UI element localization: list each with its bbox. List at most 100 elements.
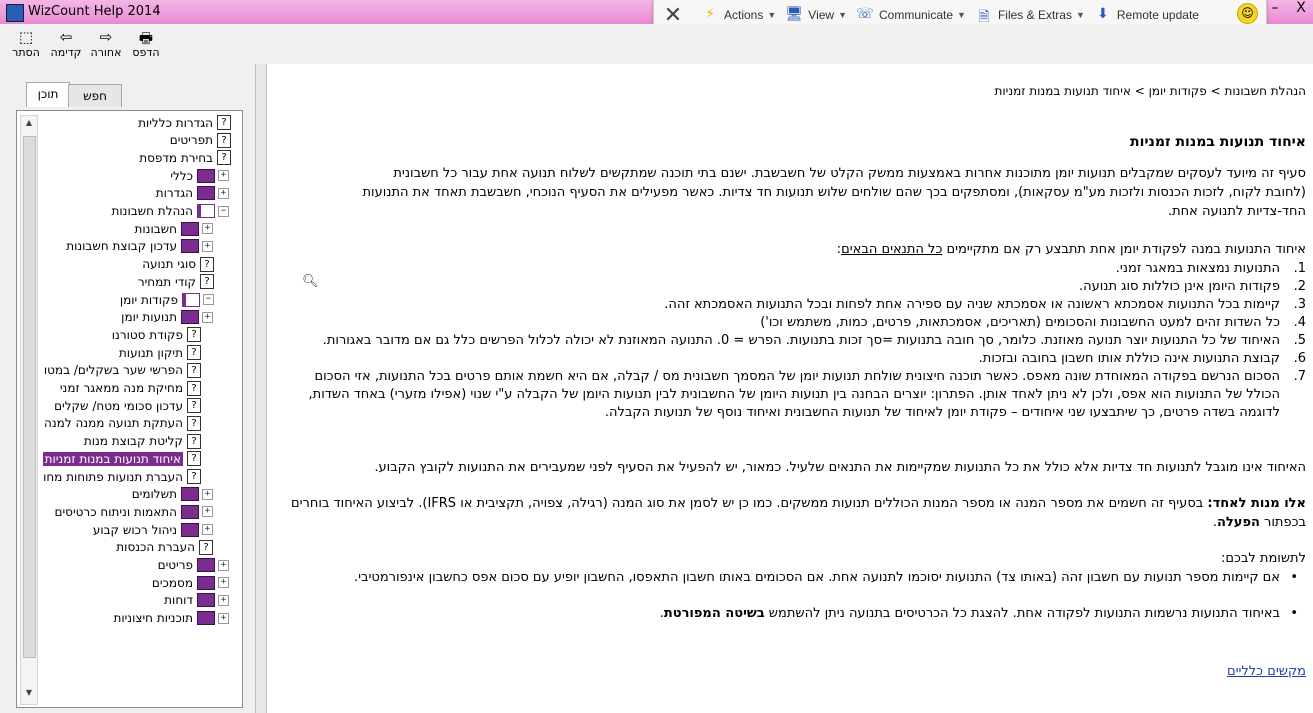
tree-item-label: התאמות וניתוח כרטיסים (54, 504, 177, 519)
expand-icon[interactable]: + (218, 187, 229, 199)
tree-item-label: תנועות יומן (121, 310, 177, 325)
collapse-icon[interactable]: − (203, 294, 214, 305)
actions-menu[interactable]: ⚡ Actions ▼ (700, 6, 776, 24)
tree-item[interactable]: איחוד תנועות במנות זמניות? (42, 450, 201, 467)
tree-scrollbar[interactable]: ▲ ▼ (20, 115, 38, 705)
tree-item[interactable]: הפרשי שער בשקלים/ במטו? (44, 362, 201, 379)
tree-item[interactable]: התאמות וניתוח כרטיסים + (55, 503, 213, 520)
scroll-thumb[interactable] (23, 136, 36, 658)
tree-item[interactable]: קליטת קבוצת מנות? (84, 433, 201, 450)
tree-item[interactable]: פקודת סטורנו? (112, 326, 201, 343)
help-topic-icon: ? (187, 415, 201, 431)
tree-item-label: פריטים (157, 558, 193, 572)
expand-icon[interactable]: + (202, 311, 213, 323)
list-item-text: הסכום הנרשם בפקודה המאוחדת שונה מאפס. כא… (308, 369, 1280, 420)
tree-item[interactable]: הגדרות כלליות? (138, 114, 231, 131)
topic-content: הנהלת חשבונות > פקודות יומן > איחוד תנוע… (266, 64, 1313, 713)
tree-item-label: ניהול רכוש קבוע (92, 522, 177, 537)
chevron-down-icon: ▼ (1075, 10, 1085, 20)
book-icon (197, 168, 215, 183)
tree-item[interactable]: פריטים + (158, 557, 229, 574)
tab-contents[interactable]: תוכן (26, 82, 70, 107)
tree-item[interactable]: תשלומים + (132, 486, 213, 503)
tree-item[interactable]: סוגי תנועה? (142, 256, 214, 273)
tree-item[interactable]: הנהלת חשבונות − (111, 203, 229, 220)
print-button[interactable]: 🖶 הדפס (128, 28, 164, 59)
tree-item[interactable]: פקודות יומן − (120, 291, 214, 308)
tree-item[interactable]: העברת הכנסות? (116, 539, 213, 556)
expand-icon[interactable]: + (202, 488, 213, 500)
tree-item[interactable]: מסמכים + (152, 574, 229, 591)
tree-item-label: תיקון תנועות (118, 345, 183, 360)
hide-button[interactable]: ⬚ הסתר (8, 28, 44, 59)
tree-item[interactable]: קודי תמחיר? (138, 273, 214, 290)
back-button[interactable]: ⇦ קדימה (48, 28, 84, 59)
tree-item-label: פקודת סטורנו (111, 327, 183, 342)
expand-icon[interactable]: + (218, 612, 229, 624)
remote-update-button[interactable]: ⬇ Remote update (1093, 6, 1199, 24)
tree-item-label: העברת תנועות פתוחות מחו (43, 469, 183, 484)
expand-icon[interactable]: + (218, 577, 229, 589)
chevron-down-icon: ▼ (838, 10, 847, 20)
scroll-down-arrow-icon[interactable]: ▼ (21, 688, 37, 702)
scroll-up-arrow-icon[interactable]: ▲ (21, 118, 37, 132)
tree-item[interactable]: חשבונות + (134, 220, 213, 237)
tab-search[interactable]: חפש (68, 84, 122, 107)
expand-icon[interactable]: + (218, 170, 229, 182)
tree-item[interactable]: תנועות יומן + (121, 309, 213, 326)
pane-splitter[interactable] (256, 64, 266, 713)
list-item-text: פקודות היומן אינן כוללות סוג תנועה. (1078, 279, 1280, 294)
chevron-down-icon: ▼ (767, 10, 777, 20)
list-number: 2. (1293, 279, 1306, 294)
tree-item[interactable]: העתקת תנועה ממנה למנה? (44, 415, 201, 432)
expand-icon[interactable]: + (202, 223, 213, 235)
tree-item[interactable]: תפריטים? (170, 132, 231, 149)
chat-icon: ☏ (856, 6, 874, 22)
view-menu[interactable]: 🖥 View ▼ (784, 6, 847, 24)
tree-item[interactable]: בחירת מדפסת? (139, 149, 231, 166)
keyboard-shortcuts-link[interactable]: מקשים כלליים (1227, 664, 1306, 679)
keyboard-shortcuts-link-wrap: מקשים כלליים (1227, 664, 1306, 679)
expand-icon[interactable]: + (202, 524, 213, 536)
forward-button[interactable]: ⇨ אחורה (88, 28, 124, 59)
tree-item-label: קודי תמחיר (137, 274, 196, 289)
book-icon (181, 239, 199, 254)
tree-item[interactable]: ניהול רכוש קבוע + (93, 521, 213, 538)
files-extras-menu[interactable]: 🗎 Files & Extras ▼ (974, 6, 1085, 25)
list-item-text: האיחוד של כל התנועות יוצר תנועה מאוזנת. … (322, 333, 1280, 348)
close-window-button[interactable]: X (1288, 0, 1313, 20)
book-icon (197, 575, 215, 590)
expand-icon[interactable]: + (202, 240, 213, 252)
tree-item-label: תשלומים (131, 487, 177, 502)
notes-list: • אם קיימות מספר תנועות עם חשבון זהה (באו… (271, 569, 1306, 623)
book-icon (197, 186, 215, 201)
expand-icon[interactable]: + (218, 594, 229, 606)
tree-item-label: מחיקת מנה ממאגר זמני (59, 381, 183, 395)
tree-item[interactable]: עדכון סכומי מטח/ שקלים? (54, 397, 201, 414)
help-topic-icon: ? (187, 451, 201, 467)
list-item: 5. האיחוד של כל התנועות יוצר תנועה מאוזנת… (286, 332, 1306, 350)
forward-arrow-icon: ⇨ (99, 28, 113, 46)
collapse-icon[interactable]: − (218, 205, 229, 217)
communicate-menu[interactable]: ☏ Communicate ▼ (855, 6, 966, 24)
tree-item[interactable]: תיקון תנועות? (119, 344, 201, 361)
tree-item[interactable]: העברת תנועות פתוחות מחו? (43, 468, 201, 485)
tree-item[interactable]: דוחות + (164, 592, 229, 609)
book-icon (181, 310, 199, 325)
expand-icon[interactable]: + (202, 506, 213, 518)
tree-item[interactable]: הגדרות + (156, 185, 229, 202)
expand-icon[interactable]: + (218, 559, 229, 571)
tree-item-label: העתקת תנועה ממנה למנה (44, 416, 183, 431)
tree-item-label: מסמכים (151, 575, 193, 590)
smiley-icon[interactable]: ☺ (1237, 3, 1258, 24)
conditions-list: 1. התנועות נמצאות במאגר זמני. 2. פקודות הי… (286, 260, 1306, 422)
tree-item-label: תפריטים (169, 133, 213, 148)
tree-item[interactable]: עדכון קבוצת חשבונות + (66, 238, 213, 255)
tree-item-label: כללי (170, 168, 193, 183)
tree-item[interactable]: מחיקת מנה ממאגר זמני? (60, 380, 201, 397)
monitor-icon: 🖥 (785, 6, 804, 22)
tree-item[interactable]: כללי + (170, 167, 229, 184)
tree-item-label: עדכון סכומי מטח/ שקלים (54, 398, 183, 413)
hide-icon: ⬚ (18, 28, 34, 46)
tree-item[interactable]: תוכניות חיצוניות + (113, 610, 229, 627)
